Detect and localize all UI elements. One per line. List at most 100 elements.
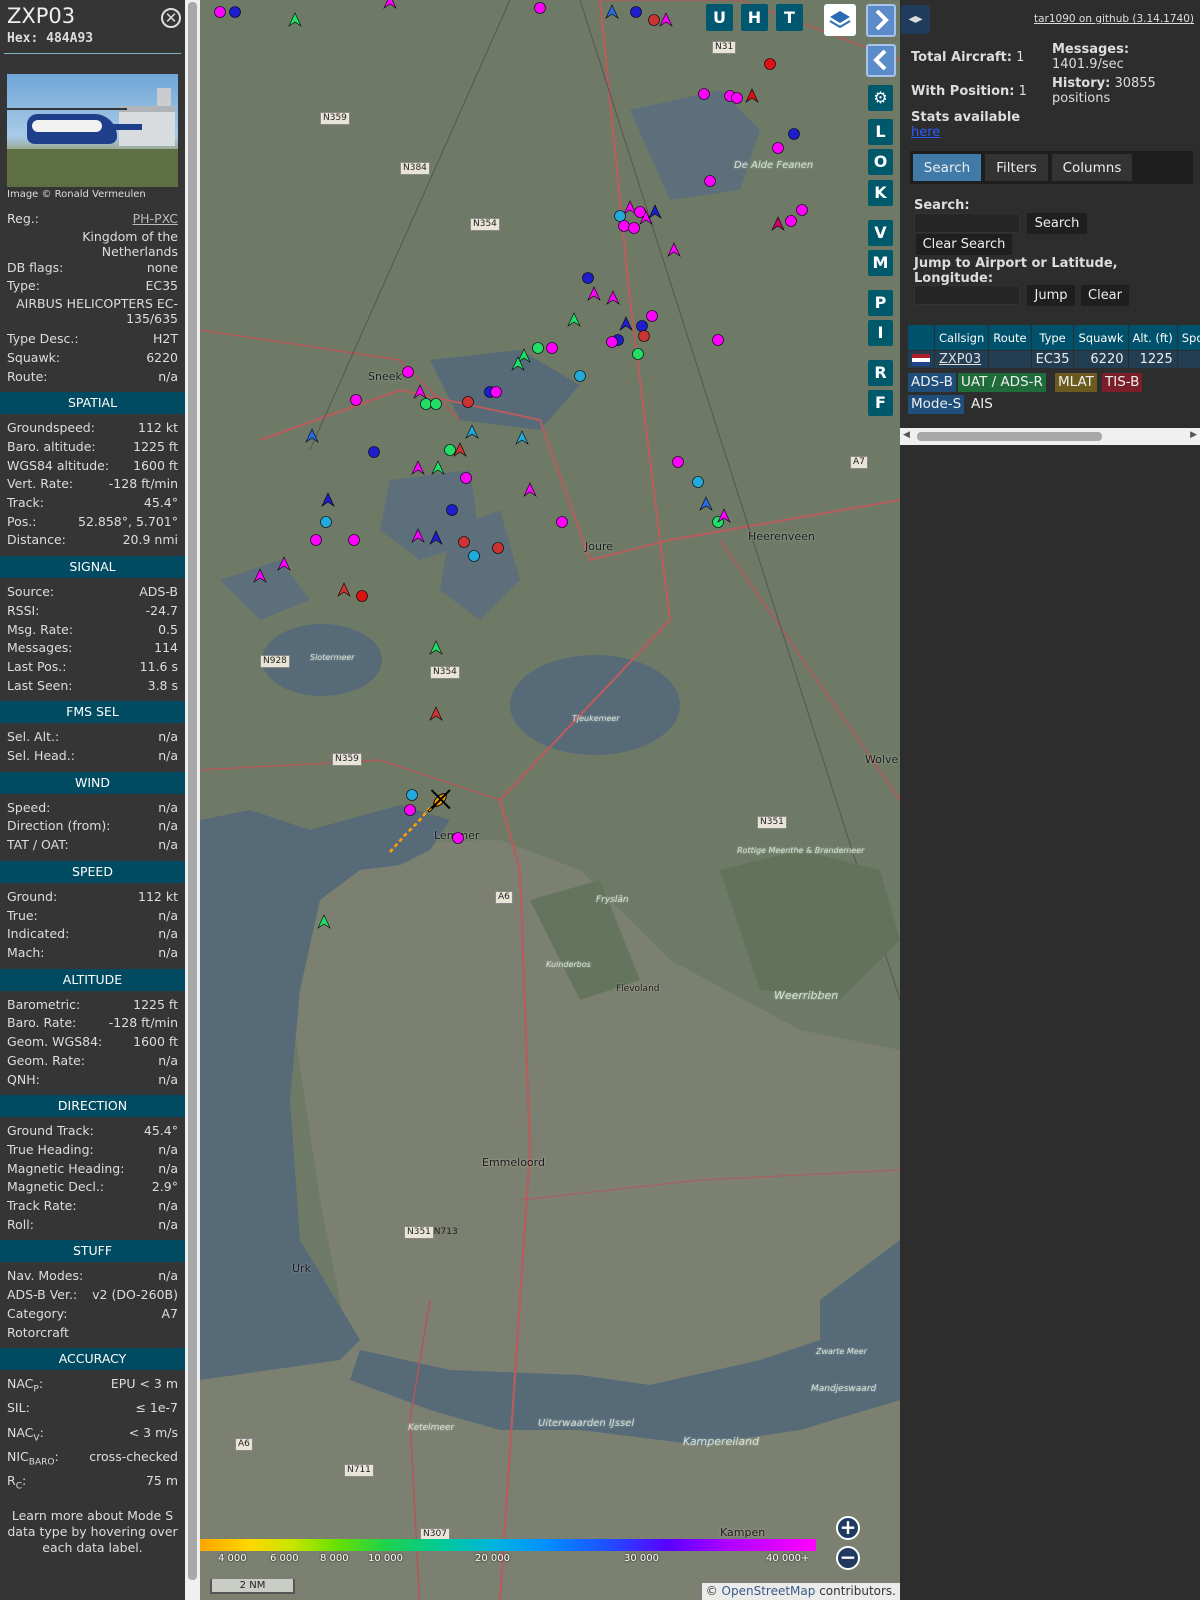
aircraft-marker[interactable]	[587, 286, 601, 301]
aircraft-marker[interactable]	[659, 12, 673, 27]
aircraft-marker[interactable]	[321, 492, 335, 507]
map-button-l[interactable]: L	[868, 119, 893, 145]
layers-icon[interactable]	[824, 4, 856, 36]
aircraft-marker[interactable]	[534, 2, 546, 14]
aircraft-marker[interactable]	[411, 460, 425, 475]
aircraft-marker[interactable]	[672, 456, 684, 468]
aircraft-marker[interactable]	[532, 342, 544, 354]
aircraft-marker[interactable]	[317, 914, 331, 929]
table-row[interactable]: ZXP03 EC35 6220 1225	[907, 350, 1200, 369]
section-fms[interactable]: FMS SEL	[0, 701, 185, 724]
section-accuracy[interactable]: ACCURACY	[0, 1348, 185, 1371]
tab-filters[interactable]: Filters	[984, 153, 1049, 182]
aircraft-marker[interactable]	[413, 384, 427, 399]
aircraft-marker[interactable]	[288, 12, 302, 27]
map-button-p[interactable]: P	[868, 290, 893, 316]
section-altitude[interactable]: ALTITUDE	[0, 968, 185, 991]
map-button-i[interactable]: I	[868, 320, 893, 346]
aircraft-marker[interactable]	[277, 556, 291, 571]
aircraft-marker[interactable]	[582, 272, 594, 284]
info-scrollbar-thumb[interactable]	[188, 2, 197, 1580]
aircraft-marker[interactable]	[431, 460, 445, 475]
aircraft-marker[interactable]	[411, 528, 425, 543]
chevron-left-icon[interactable]	[866, 44, 896, 77]
aircraft-marker[interactable]	[764, 58, 776, 70]
aircraft-marker[interactable]	[492, 542, 504, 554]
aircraft-marker[interactable]	[614, 210, 626, 222]
table-scrollbar[interactable]: ◀ ▶	[900, 428, 1200, 445]
aircraft-marker[interactable]	[667, 242, 681, 257]
button-t[interactable]: T	[776, 4, 803, 31]
source-mlat[interactable]: MLAT	[1055, 373, 1097, 392]
aircraft-marker[interactable]	[632, 348, 644, 360]
map-button-r[interactable]: R	[868, 360, 893, 386]
gear-icon[interactable]: ⚙	[868, 85, 893, 111]
aircraft-marker[interactable]	[515, 430, 529, 445]
table-header-route[interactable]: Route	[988, 324, 1032, 351]
github-link[interactable]: tar1090 on github (3.14.1740)	[1034, 13, 1194, 25]
aircraft-marker[interactable]	[606, 290, 620, 305]
aircraft-marker[interactable]	[429, 706, 443, 721]
jump-input[interactable]	[914, 285, 1020, 305]
scroll-right-icon[interactable]: ▶	[1190, 430, 1197, 440]
table-header-alt-ft[interactable]: Alt. (ft)	[1127, 324, 1178, 351]
aircraft-marker[interactable]	[619, 316, 633, 331]
aircraft-marker[interactable]	[420, 398, 432, 410]
aircraft-marker[interactable]	[623, 200, 637, 215]
aircraft-marker[interactable]	[712, 334, 724, 346]
aircraft-marker[interactable]	[717, 508, 731, 523]
section-direction[interactable]: DIRECTION	[0, 1095, 185, 1118]
aircraft-marker[interactable]	[646, 310, 658, 322]
attribution-link[interactable]: OpenStreetMap	[722, 1584, 816, 1598]
button-h[interactable]: H	[741, 4, 768, 31]
map[interactable]: SneekJoureHeerenveenLemmerEmmeloordUrkKa…	[200, 0, 900, 1600]
plus-icon[interactable]: +	[836, 1516, 860, 1540]
aircraft-marker[interactable]	[556, 516, 568, 528]
aircraft-marker[interactable]	[402, 366, 414, 378]
stats-link[interactable]: here	[911, 125, 940, 140]
aircraft-marker[interactable]	[429, 640, 443, 655]
aircraft-marker[interactable]	[462, 396, 474, 408]
map-button-o[interactable]: O	[868, 149, 893, 175]
table-header-type[interactable]: Type	[1030, 324, 1075, 351]
aircraft-marker[interactable]	[465, 424, 479, 439]
aircraft-marker[interactable]	[430, 398, 442, 410]
aircraft-marker[interactable]	[310, 534, 322, 546]
map-button-k[interactable]: K	[868, 180, 893, 206]
aircraft-marker[interactable]	[574, 370, 586, 382]
aircraft-marker[interactable]	[648, 204, 662, 219]
aircraft-marker[interactable]	[368, 446, 380, 458]
close-icon[interactable]: ✕	[161, 8, 181, 28]
aircraft-marker[interactable]	[348, 534, 360, 546]
aircraft-marker[interactable]	[618, 220, 630, 232]
tab-search[interactable]: Search	[912, 153, 982, 182]
aircraft-marker[interactable]	[337, 582, 351, 597]
aircraft-marker[interactable]	[406, 789, 418, 801]
aircraft-marker[interactable]	[468, 550, 480, 562]
jump-button[interactable]: Jump	[1027, 285, 1075, 306]
aircraft-marker[interactable]	[444, 444, 456, 456]
aircraft-marker[interactable]	[523, 482, 537, 497]
map-button-m[interactable]: M	[868, 250, 893, 276]
aircraft-marker[interactable]	[567, 312, 581, 327]
map-button-v[interactable]: V	[868, 220, 893, 246]
search-button[interactable]: Search	[1027, 213, 1087, 234]
aircraft-marker[interactable]	[772, 142, 784, 154]
source-tis-b[interactable]: TIS-B	[1102, 373, 1143, 392]
scroll-left-icon[interactable]: ◀	[903, 430, 910, 440]
aircraft-marker[interactable]	[452, 832, 464, 844]
aircraft-marker[interactable]	[229, 6, 241, 18]
map-button-f[interactable]: F	[868, 390, 893, 416]
clear-button[interactable]: Clear	[1081, 285, 1129, 306]
aircraft-marker[interactable]	[628, 222, 640, 234]
source-ais[interactable]: AIS	[968, 395, 996, 414]
left-right-arrows-icon[interactable]: ◂▸	[901, 5, 930, 34]
aircraft-marker[interactable]	[771, 216, 785, 231]
aircraft-marker[interactable]	[699, 496, 713, 511]
aircraft-marker[interactable]	[214, 6, 226, 18]
chevron-right-icon[interactable]	[866, 4, 896, 37]
aircraft-marker[interactable]	[785, 215, 797, 227]
source-uat-ads-r[interactable]: UAT / ADS-R	[958, 373, 1046, 392]
aircraft-marker[interactable]	[356, 590, 368, 602]
aircraft-marker[interactable]	[253, 568, 267, 583]
